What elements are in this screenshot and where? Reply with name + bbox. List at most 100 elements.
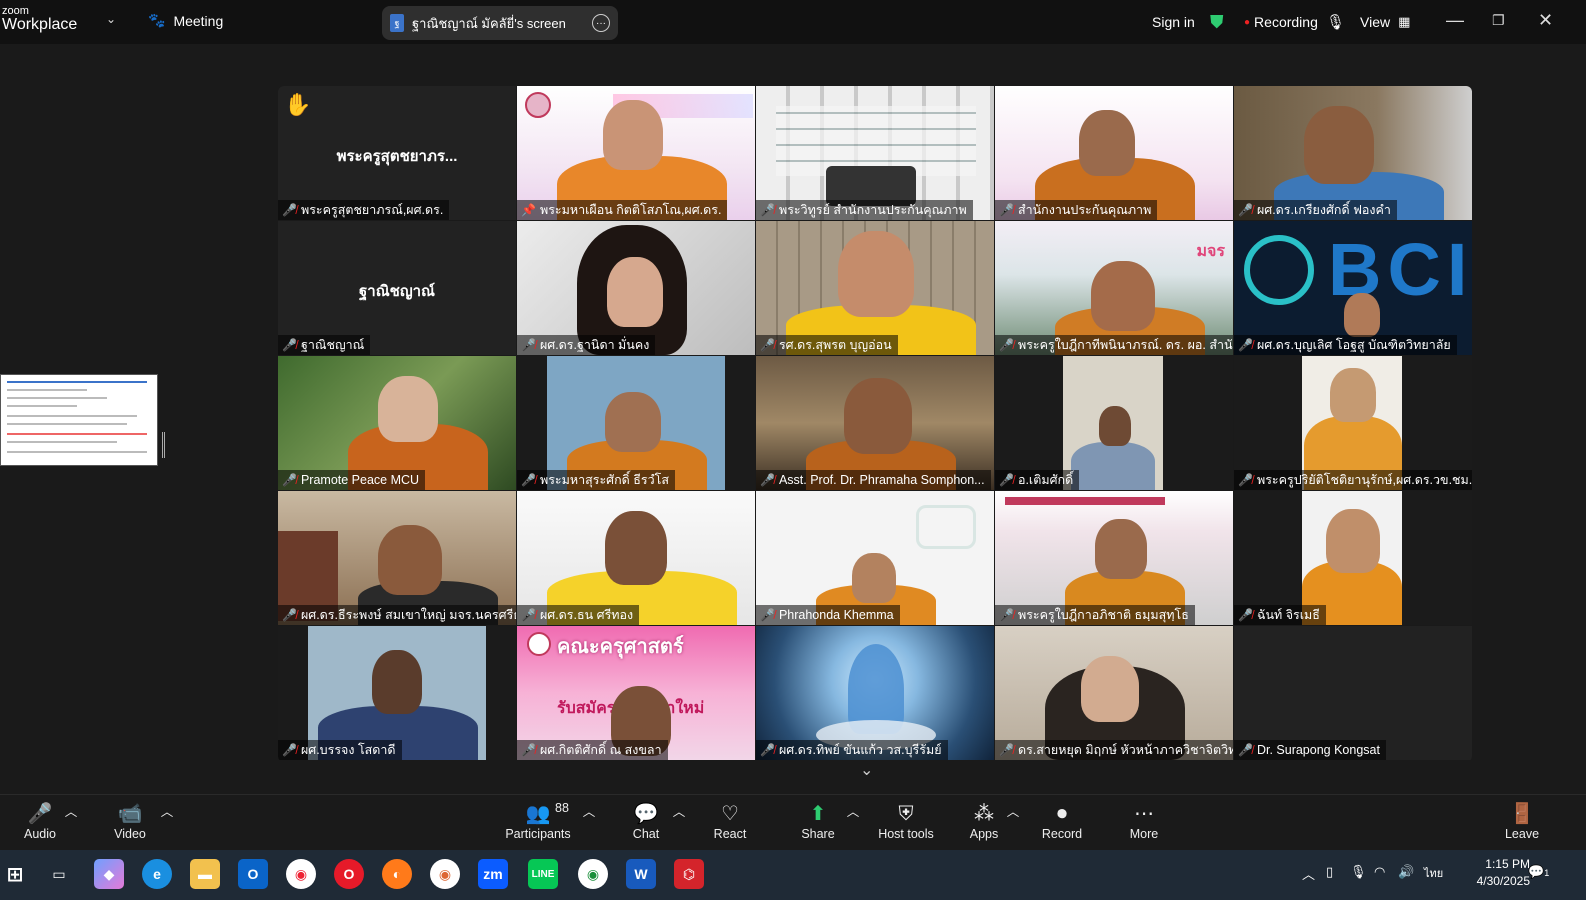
- participant-name: ผศ.ดร.เกรียงศักดิ์ ฟองคำ: [1256, 203, 1391, 217]
- chevron-down-icon[interactable]: ⌄: [106, 12, 116, 26]
- minimize-icon[interactable]: —: [1446, 10, 1464, 31]
- video-tile[interactable]: 🎤̸ Pramote Peace MCU: [278, 356, 516, 490]
- name-label: 🎤̸ Asst. Prof. Dr. Phramaha Somphon...: [756, 470, 991, 490]
- speaker-icon[interactable]: 🔊: [1398, 864, 1414, 880]
- mic-muted-icon: 🎤̸: [760, 203, 775, 217]
- leave-button[interactable]: 🚪 Leave: [1482, 801, 1562, 841]
- video-tile[interactable]: 🎤̸ ผศ.ดร.ธีระพงษ์ สมเขาใหญ่ มจร.นครศรีธร.…: [278, 491, 516, 625]
- microphone-icon[interactable]: 🎙: [1350, 864, 1367, 880]
- recording-indicator[interactable]: ● Recording: [1244, 0, 1318, 44]
- chevron-up-icon[interactable]: ︿: [673, 801, 686, 820]
- file-explorer-icon[interactable]: ▬: [190, 859, 220, 889]
- sign-in-label: Sign in: [1152, 14, 1195, 30]
- line-icon[interactable]: LINE: [528, 859, 558, 889]
- chrome-profile-icon[interactable]: ◉: [430, 859, 460, 889]
- zoom-taskbar-icon[interactable]: zm: [478, 859, 508, 889]
- windows-start-icon[interactable]: ⊞: [0, 859, 30, 889]
- chrome-icon[interactable]: ◉: [286, 859, 316, 889]
- outlook-icon[interactable]: O: [238, 859, 268, 889]
- name-label: 🎤̸ พระวิทูรย์ สำนักงานประกันคุณภาพ: [756, 200, 973, 220]
- video-button[interactable]: 📹 Video: [90, 801, 170, 841]
- language-indicator[interactable]: ไทย: [1424, 864, 1443, 882]
- video-tile[interactable]: 🎤̸ ผศ.ดร.เกรียงศักดิ์ ฟองคำ: [1234, 86, 1472, 220]
- mic-icon[interactable]: 🎙: [1326, 0, 1345, 44]
- chevron-down-icon[interactable]: ⌄: [860, 760, 873, 780]
- chevron-up-icon[interactable]: ︿: [1302, 864, 1315, 883]
- more-options-icon[interactable]: ···: [592, 14, 610, 32]
- video-tile[interactable]: ✋ พระครูสุตชยาภร... 🎤̸ พระครูสุตชยาภรณ์,ผ…: [278, 86, 516, 220]
- close-icon[interactable]: ✕: [1538, 10, 1553, 31]
- video-tile[interactable]: มจร 🎤̸ พระครูใบฎีกาทีพนินาภรณ์. ดร. ผอ. ส…: [995, 221, 1233, 355]
- mic-muted-icon: 🎤̸: [282, 203, 297, 217]
- participant-name: พระวิทูรย์ สำนักงานประกันคุณภาพ: [778, 203, 967, 217]
- zoom-logo: zoom Workplace: [2, 6, 77, 33]
- screen-share-indicator[interactable]: ฐ ฐาณิชญาณ์ มัคลัยี่'s screen ···: [382, 6, 618, 40]
- edge-icon[interactable]: e: [142, 859, 172, 889]
- task-view-icon[interactable]: ▭: [44, 859, 74, 889]
- participant-name: พระครูสุตชยาภรณ์,ผศ.ดร.: [300, 203, 444, 217]
- view-button[interactable]: View ▦: [1360, 0, 1410, 44]
- video-tile[interactable]: 🎤̸ รศ.ดร.สุพรต บุญอ่อน: [756, 221, 994, 355]
- video-tile[interactable]: 🎤̸ พระครูปริยัติโชติยานุรักษ์,ผศ.ดร.วข.ชม…: [1234, 356, 1472, 490]
- video-tile[interactable]: 🎤̸ ฉันท์ จิรเมธี: [1234, 491, 1472, 625]
- record-button[interactable]: ⏺ Record: [1022, 801, 1102, 841]
- video-tile[interactable]: 🎤̸ Asst. Prof. Dr. Phramaha Somphon...: [756, 356, 994, 490]
- pdf-reader-icon[interactable]: ⌬: [674, 859, 704, 889]
- participant-name: ผศ.ดร.ธน ศรีทอง: [539, 608, 634, 622]
- chrome-app-icon[interactable]: ◉: [578, 859, 608, 889]
- video-tile[interactable]: BCI 🎤̸ ผศ.ดร.บุญเลิศ โอฐสู บัณฑิตวิทยาลัย: [1234, 221, 1472, 355]
- video-tile[interactable]: 🎤̸ พระวิทูรย์ สำนักงานประกันคุณภาพ: [756, 86, 994, 220]
- sign-in-link[interactable]: Sign in: [1152, 0, 1195, 44]
- video-tile[interactable]: 🎤̸ ผศ.ดร.ฐานิดา มั่นคง: [517, 221, 755, 355]
- video-tile[interactable]: 🎤̸ พระครูใบฎีกาอภิชาติ ธมฺมสุทฺโธ: [995, 491, 1233, 625]
- wifi-icon[interactable]: ◠: [1374, 864, 1385, 880]
- mic-muted-icon: 🎤̸: [1238, 203, 1253, 217]
- opera-icon[interactable]: O: [334, 859, 364, 889]
- video-tile[interactable]: 🎤̸ สำนักงานประกันคุณภาพ: [995, 86, 1233, 220]
- shared-screen-thumbnail[interactable]: [0, 374, 158, 466]
- name-label: 🎤̸ ผศ.ดร.ธน ศรีทอง: [517, 605, 640, 625]
- copilot-icon[interactable]: ◆: [94, 859, 124, 889]
- participants-count: 88: [555, 801, 569, 815]
- chevron-up-icon[interactable]: ︿: [65, 801, 78, 820]
- name-label: 🎤̸ สำนักงานประกันคุณภาพ: [995, 200, 1158, 220]
- chevron-up-icon[interactable]: ︿: [161, 801, 174, 820]
- video-tile[interactable]: 🎤̸ Dr. Surapong Kongsat: [1234, 626, 1472, 760]
- participant-name: Phrahonda Khemma: [778, 608, 894, 622]
- video-tile[interactable]: 🎤̸ ผศ.ดร.ธน ศรีทอง: [517, 491, 755, 625]
- phone-link-icon[interactable]: ▯: [1326, 864, 1333, 880]
- host-tools-button[interactable]: ⛨ Host tools: [866, 801, 946, 841]
- video-tile[interactable]: ฐาณิชญาณ์ 🎤̸ ฐาณิชญาณ์: [278, 221, 516, 355]
- restore-icon[interactable]: ❐: [1492, 12, 1505, 29]
- meeting-button[interactable]: 🐾 Meeting: [148, 12, 223, 29]
- video-tile[interactable]: คณะครุศาสตร์ รับสมัครนักศึกษาใหม่ 🎤̸ผศ.ก…: [517, 626, 755, 760]
- name-label: 🎤̸ พระครูสุตชยาภรณ์,ผศ.ดร.: [278, 200, 450, 220]
- mic-muted-icon: 🎤̸: [1238, 338, 1253, 352]
- meeting-toolbar: 🎤 Audio ︿ 📹 Video ︿ 👥 Participants 88 ︿ …: [0, 794, 1586, 850]
- chevron-up-icon[interactable]: ︿: [583, 801, 596, 820]
- splitter-handle[interactable]: [162, 432, 165, 458]
- mic-muted-icon: 🎤̸: [282, 473, 297, 487]
- paw-icon: 🐾: [148, 12, 166, 28]
- video-tile[interactable]: 🎤̸ ผศ.บรรจง โสดาดี: [278, 626, 516, 760]
- mic-muted-icon: 🎤̸: [1238, 608, 1253, 622]
- gallery-grid: ✋ พระครูสุตชยาภร... 🎤̸ พระครูสุตชยาภรณ์,ผ…: [278, 86, 1472, 762]
- logo-bottom-text: Workplace: [2, 16, 78, 33]
- video-tile[interactable]: 🎤̸ พระมหาสุระศักดิ์ ธีรวํโส: [517, 356, 755, 490]
- video-tile[interactable]: 🎤̸ ดร.สายหยุด มิฤกษ์ หัวหน้าภาควิชาจิตวิท…: [995, 626, 1233, 760]
- chevron-up-icon[interactable]: ︿: [1007, 801, 1020, 820]
- video-tile[interactable]: 🎤̸ ผศ.ดร.ทิพย์ ขันแก้ว วส.บุรีรัมย์: [756, 626, 994, 760]
- mic-muted-icon: 🎤̸: [999, 743, 1014, 757]
- firefox-icon[interactable]: ◐: [382, 859, 412, 889]
- name-label: 🎤̸ Pramote Peace MCU: [278, 470, 426, 490]
- shield-icon[interactable]: ⛊: [1210, 0, 1224, 44]
- video-tile[interactable]: 🎤̸ Phrahonda Khemma: [756, 491, 994, 625]
- notification-icon[interactable]: 💬1: [1528, 864, 1549, 880]
- system-clock[interactable]: 1:15 PM 4/30/2025: [1454, 856, 1530, 890]
- video-tile-active-speaker[interactable]: 📌 พระมหาเผือน กิตติโสภโณ,ผศ.ดร.: [517, 86, 755, 220]
- more-button[interactable]: ⋯ More: [1104, 801, 1184, 841]
- word-icon[interactable]: W: [626, 859, 656, 889]
- react-button[interactable]: ♡ React: [690, 801, 770, 841]
- video-tile[interactable]: 🎤̸ อ.เติมศักดิ์: [995, 356, 1233, 490]
- chevron-up-icon[interactable]: ︿: [847, 801, 860, 820]
